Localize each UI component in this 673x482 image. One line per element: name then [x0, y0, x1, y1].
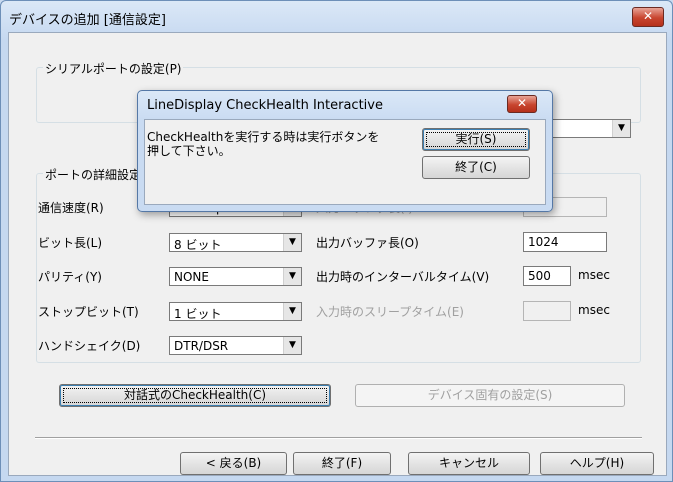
- back-button[interactable]: < 戻る(B): [180, 452, 287, 475]
- chevron-down-icon: ▼: [283, 234, 301, 251]
- input-sleep-label: 入力時のスリープタイム(E): [316, 305, 464, 319]
- stop-bit-value: 1 ビット: [174, 307, 222, 321]
- output-buffer-label: 出力バッファ長(O): [316, 236, 419, 250]
- end-button[interactable]: 終了(C): [422, 156, 530, 179]
- run-button[interactable]: 実行(S): [422, 128, 530, 151]
- bit-length-label: ビット長(L): [38, 236, 103, 250]
- dialog-close-button[interactable]: ✕: [507, 95, 537, 113]
- handshake-label: ハンドシェイク(D): [38, 339, 141, 353]
- focus-rect: [63, 388, 327, 403]
- window-title: デバイスの追加 [通信設定]: [9, 13, 166, 28]
- output-interval-label: 出力時のインターバルタイム(V): [316, 270, 490, 284]
- stop-bit-combo[interactable]: 1 ビット ▼: [169, 302, 302, 321]
- handshake-value: DTR/DSR: [174, 339, 229, 353]
- input-sleep-unit: msec: [578, 303, 610, 317]
- baud-rate-label: 通信速度(R): [38, 201, 104, 215]
- bit-length-combo[interactable]: 8 ビット ▼: [169, 233, 302, 252]
- chevron-down-icon: ▼: [283, 268, 301, 285]
- finish-button[interactable]: 終了(F): [293, 452, 391, 475]
- title-bar: デバイスの追加 [通信設定] ✕: [1, 1, 672, 31]
- parity-combo[interactable]: NONE ▼: [169, 267, 302, 286]
- close-button[interactable]: ✕: [632, 7, 664, 27]
- port-detail-group-label: ポートの詳細設定: [43, 166, 144, 183]
- separator: [35, 437, 642, 439]
- input-sleep-field[interactable]: [523, 301, 571, 321]
- main-window: デバイスの追加 [通信設定] ✕ シリアルポートの設定(P) ▼ ポートの詳細設…: [0, 0, 673, 482]
- checkhealth-dialog: LineDisplay CheckHealth Interactive ✕ Ch…: [137, 90, 553, 212]
- dialog-message-line2: 押して下さい。: [147, 144, 231, 158]
- help-button[interactable]: ヘルプ(H): [540, 452, 654, 475]
- serial-port-group-label: シリアルポートの設定(P): [43, 60, 184, 77]
- output-buffer-field[interactable]: 1024: [523, 232, 607, 252]
- device-settings-button[interactable]: デバイス固有の設定(S): [355, 384, 625, 407]
- bit-length-value: 8 ビット: [174, 238, 222, 252]
- output-interval-unit: msec: [578, 268, 610, 282]
- stop-bit-label: ストップビット(T): [38, 305, 139, 319]
- checkhealth-button[interactable]: 対話式のCheckHealth(C): [59, 384, 331, 407]
- chevron-down-icon: ▼: [283, 337, 301, 354]
- focus-rect: [426, 132, 526, 147]
- handshake-combo[interactable]: DTR/DSR ▼: [169, 336, 302, 355]
- output-interval-field[interactable]: 500: [523, 266, 571, 286]
- serial-port-combo[interactable]: ▼: [551, 119, 631, 138]
- dialog-title: LineDisplay CheckHealth Interactive: [147, 98, 383, 113]
- dialog-client: CheckHealthを実行する時は実行ボタンを 押して下さい。 実行(S) 終…: [144, 119, 546, 205]
- chevron-down-icon: ▼: [612, 120, 630, 137]
- parity-value: NONE: [174, 270, 209, 284]
- chevron-down-icon: ▼: [283, 303, 301, 320]
- cancel-button[interactable]: キャンセル: [408, 452, 530, 475]
- parity-label: パリティ(Y): [38, 270, 102, 284]
